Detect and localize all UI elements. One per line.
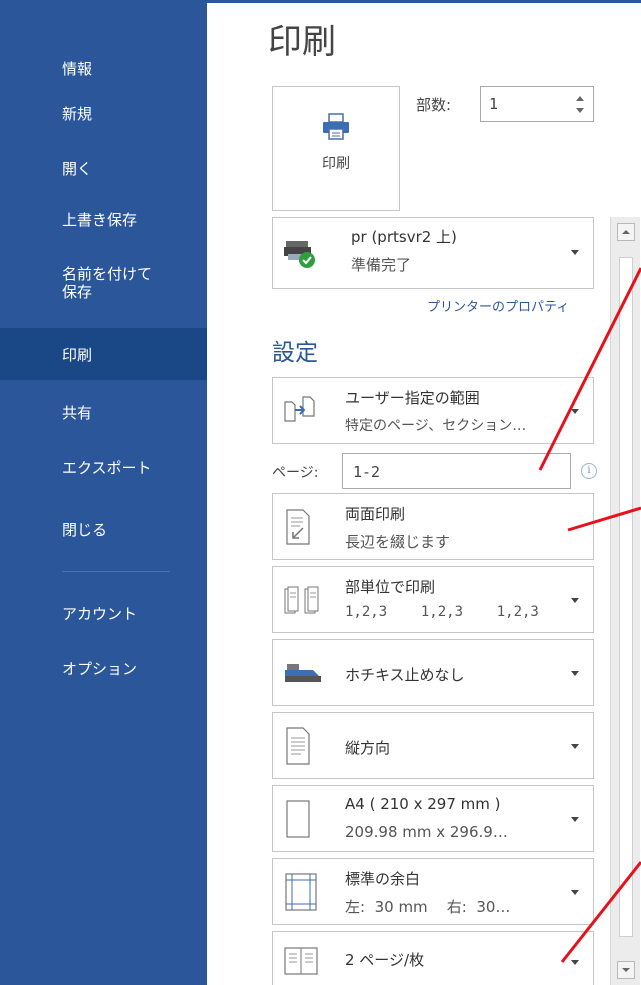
- annotation-line-pages: [538, 267, 641, 471]
- annotation-lines: [538, 267, 641, 963]
- annotation-line-duplex: [567, 506, 641, 532]
- annotation-line-pages-per-sheet: [560, 861, 641, 963]
